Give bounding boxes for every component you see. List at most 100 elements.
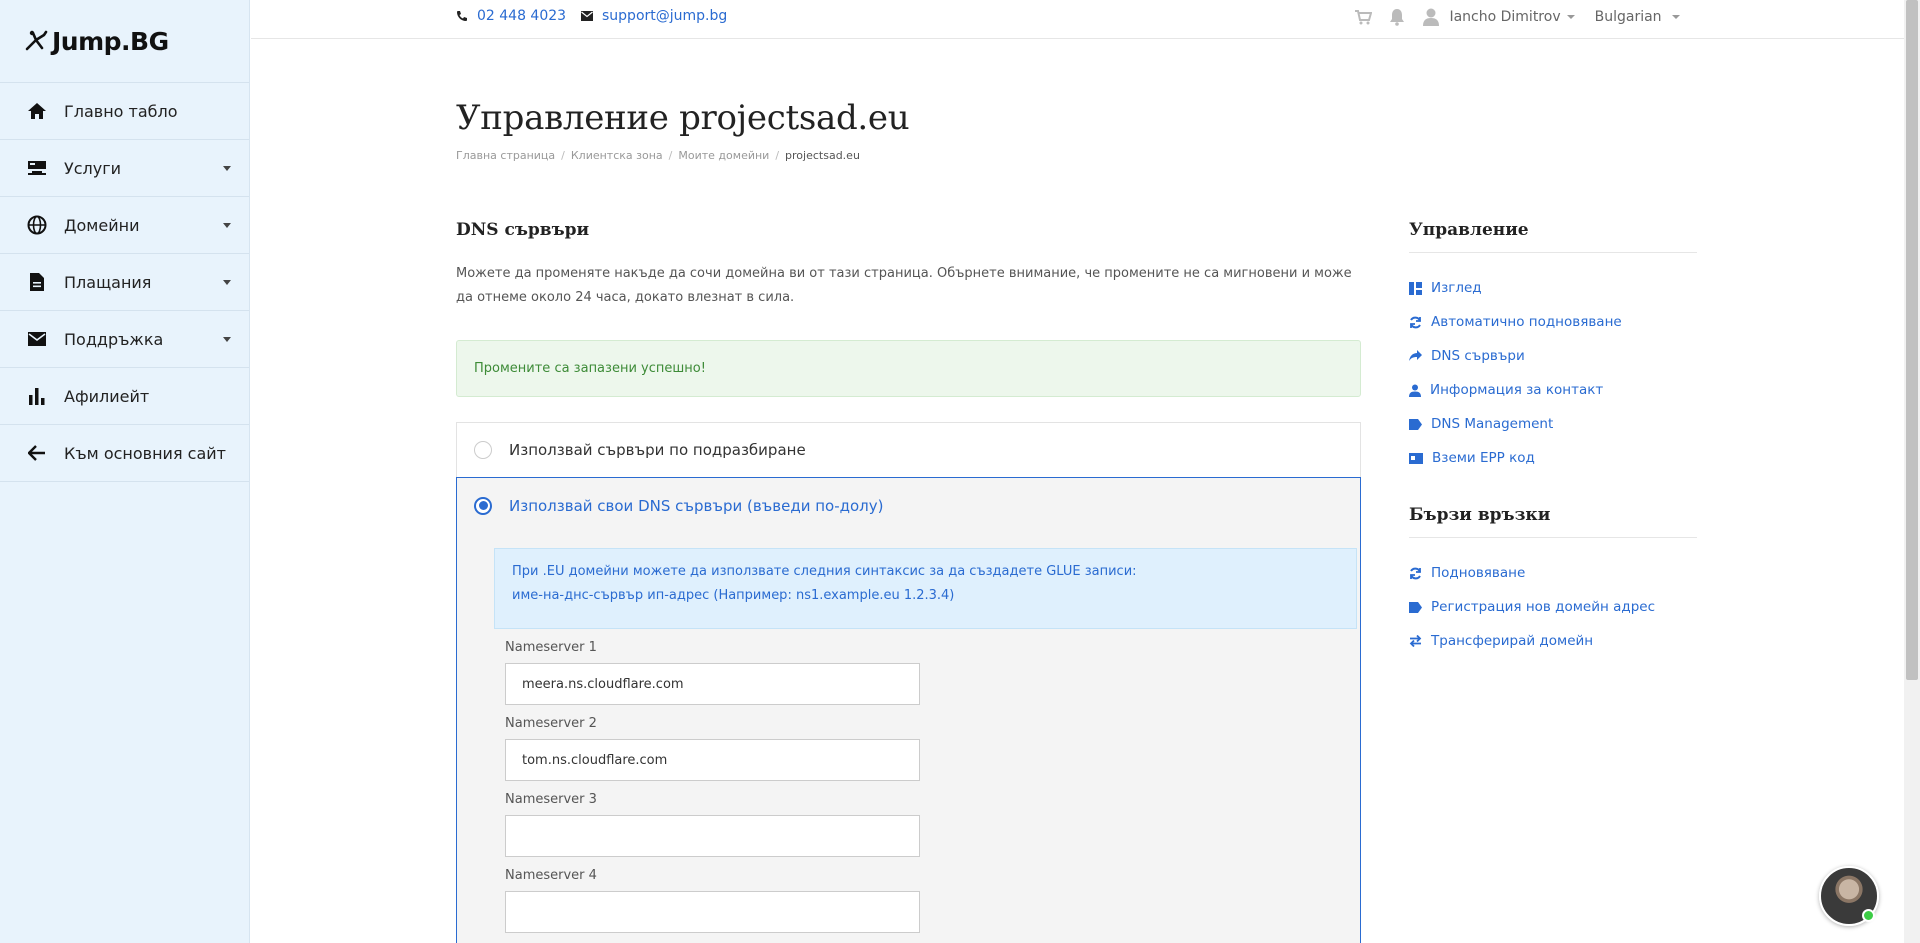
manage-link-label: Автоматично подновяване bbox=[1431, 314, 1622, 330]
sidebar-item-services[interactable]: Услуги bbox=[0, 140, 249, 197]
nameserver-fields: Nameserver 1 Nameserver 2 Nameserver 3 N… bbox=[505, 640, 1360, 933]
breadcrumb-my-domains[interactable]: Моите домейни bbox=[678, 149, 769, 162]
online-status-dot bbox=[1862, 909, 1875, 922]
sidebar: Jump.BG Главно табло Услуги Домейни Плащ… bbox=[0, 0, 250, 943]
document-icon bbox=[26, 271, 48, 293]
nameserver-3-label: Nameserver 3 bbox=[505, 792, 597, 807]
sidebar-item-label: Плащания bbox=[64, 272, 152, 292]
info-line-2: име-на-днс-сървър ип-адрес (Например: ns… bbox=[512, 588, 955, 603]
option-custom-label: Използвай свои DNS сървъри (въведи по-до… bbox=[509, 496, 884, 515]
breadcrumb-home[interactable]: Главна страница bbox=[456, 149, 555, 162]
chat-support-avatar[interactable] bbox=[1819, 866, 1879, 926]
user-name: Iancho Dimitrov bbox=[1449, 9, 1561, 25]
tag-icon bbox=[1409, 418, 1422, 430]
globe-icon bbox=[26, 214, 48, 236]
top-right-menu: Iancho Dimitrov Bulgarian bbox=[1340, 6, 1680, 28]
breadcrumb-client-area[interactable]: Клиентска зона bbox=[571, 149, 663, 162]
nameserver-2-input[interactable] bbox=[505, 739, 920, 781]
section-title: DNS сървъри bbox=[456, 220, 590, 240]
bar-chart-icon bbox=[26, 385, 48, 407]
manage-link-epp-code[interactable]: Вземи EPP код bbox=[1409, 441, 1697, 475]
page-scrollbar[interactable] bbox=[1904, 0, 1920, 943]
user-icon bbox=[1423, 8, 1440, 26]
option-default-nameservers[interactable]: Използвай сървъри по подразбиране bbox=[456, 422, 1361, 477]
brand-name: Jump.BG bbox=[52, 26, 169, 56]
quick-link-register-domain[interactable]: Регистрация нов домейн адрес bbox=[1409, 590, 1697, 624]
phone-icon bbox=[457, 11, 467, 21]
nameserver-4-label: Nameserver 4 bbox=[505, 868, 597, 883]
info-line-1: При .EU домейни можете да използвате сле… bbox=[512, 564, 1137, 579]
transfer-icon bbox=[1409, 635, 1422, 647]
quick-link-transfer-domain[interactable]: Трансферирай домейн bbox=[1409, 624, 1697, 658]
option-custom-header[interactable]: Използвай свои DNS сървъри (въведи по-до… bbox=[457, 478, 1360, 533]
envelope-icon bbox=[26, 328, 48, 350]
manage-link-contact-info[interactable]: Информация за контакт bbox=[1409, 373, 1697, 407]
language-label: Bulgarian bbox=[1594, 9, 1662, 25]
breadcrumb-current: projectsad.eu bbox=[785, 149, 860, 162]
radio-default[interactable] bbox=[474, 441, 492, 459]
chevron-down-icon bbox=[223, 280, 231, 285]
home-icon bbox=[26, 100, 48, 122]
glue-info-box: При .EU домейни можете да използвате сле… bbox=[494, 548, 1357, 629]
radio-custom[interactable] bbox=[474, 496, 492, 515]
envelope-icon bbox=[581, 11, 593, 21]
sidebar-item-label: Към основния сайт bbox=[64, 443, 226, 463]
refresh-icon bbox=[1410, 567, 1421, 579]
manage-link-label: Информация за контакт bbox=[1430, 382, 1604, 398]
manage-link-overview[interactable]: Изглед bbox=[1409, 271, 1697, 305]
quick-link-label: Трансферирай домейн bbox=[1431, 633, 1594, 649]
nameserver-3-input[interactable] bbox=[505, 815, 920, 857]
sidebar-item-label: Главно табло bbox=[64, 101, 178, 121]
breadcrumb-separator: / bbox=[668, 149, 673, 162]
chevron-down-icon bbox=[1672, 15, 1680, 19]
breadcrumb: Главна страница / Клиентска зона / Моите… bbox=[456, 149, 860, 162]
language-select[interactable]: Bulgarian bbox=[1595, 9, 1680, 25]
right-sidebar: Управление Изглед Автоматично подновяван… bbox=[1409, 220, 1697, 658]
quick-links-title: Бързи връзки bbox=[1409, 505, 1697, 538]
manage-link-dns-servers[interactable]: DNS сървъри bbox=[1409, 339, 1697, 373]
sidebar-item-label: Домейни bbox=[64, 215, 140, 235]
bell-icon[interactable] bbox=[1386, 6, 1408, 28]
nameserver-1-input[interactable] bbox=[505, 663, 920, 705]
share-arrow-icon bbox=[1409, 350, 1422, 361]
sidebar-item-payments[interactable]: Плащания bbox=[0, 254, 249, 311]
chevron-down-icon bbox=[223, 223, 231, 228]
manage-link-auto-renew[interactable]: Автоматично подновяване bbox=[1409, 305, 1697, 339]
phone-link[interactable]: 02 448 4023 bbox=[456, 8, 566, 24]
dashboard-icon bbox=[1409, 281, 1422, 295]
nameserver-4-input[interactable] bbox=[505, 891, 920, 933]
quick-link-renew[interactable]: Подновяване bbox=[1409, 556, 1697, 590]
chevron-down-icon bbox=[223, 337, 231, 342]
manage-link-label: DNS сървъри bbox=[1431, 348, 1525, 364]
success-message: Промените са запазени успешно! bbox=[474, 361, 706, 376]
option-default-label: Използвай сървъри по подразбиране bbox=[509, 441, 806, 459]
user-icon bbox=[1409, 384, 1421, 397]
sidebar-item-support[interactable]: Поддръжка bbox=[0, 311, 249, 368]
top-bar: 02 448 4023 support@jump.bg Iancho Dimit… bbox=[251, 0, 1904, 39]
manage-link-label: DNS Management bbox=[1431, 416, 1554, 432]
support-email: support@jump.bg bbox=[602, 8, 728, 24]
manage-link-label: Изглед bbox=[1431, 280, 1482, 296]
manage-title: Управление bbox=[1409, 220, 1697, 253]
sidebar-item-main-site[interactable]: Към основния сайт bbox=[0, 425, 249, 482]
server-icon bbox=[26, 157, 48, 179]
id-card-icon bbox=[1409, 452, 1423, 464]
sidebar-item-affiliate[interactable]: Афилиейт bbox=[0, 368, 249, 425]
scrollbar-thumb[interactable] bbox=[1906, 0, 1918, 680]
success-alert: Промените са запазени успешно! bbox=[456, 340, 1361, 397]
nameserver-2-label: Nameserver 2 bbox=[505, 716, 597, 731]
email-link[interactable]: support@jump.bg bbox=[581, 8, 727, 24]
phone-number: 02 448 4023 bbox=[477, 8, 567, 24]
sidebar-item-dashboard[interactable]: Главно табло bbox=[0, 83, 249, 140]
logo[interactable]: Jump.BG bbox=[0, 0, 249, 83]
sidebar-item-domains[interactable]: Домейни bbox=[0, 197, 249, 254]
chevron-down-icon bbox=[1566, 15, 1575, 19]
breadcrumb-separator: / bbox=[775, 149, 780, 162]
manage-link-dns-management[interactable]: DNS Management bbox=[1409, 407, 1697, 441]
option-custom-nameservers: Използвай свои DNS сървъри (въведи по-до… bbox=[456, 477, 1361, 943]
user-menu[interactable]: Iancho Dimitrov bbox=[1422, 7, 1575, 27]
breadcrumb-separator: / bbox=[561, 149, 565, 162]
cart-icon[interactable] bbox=[1352, 6, 1374, 28]
arrow-left-icon bbox=[26, 442, 48, 464]
manage-link-label: Вземи EPP код bbox=[1432, 450, 1535, 466]
